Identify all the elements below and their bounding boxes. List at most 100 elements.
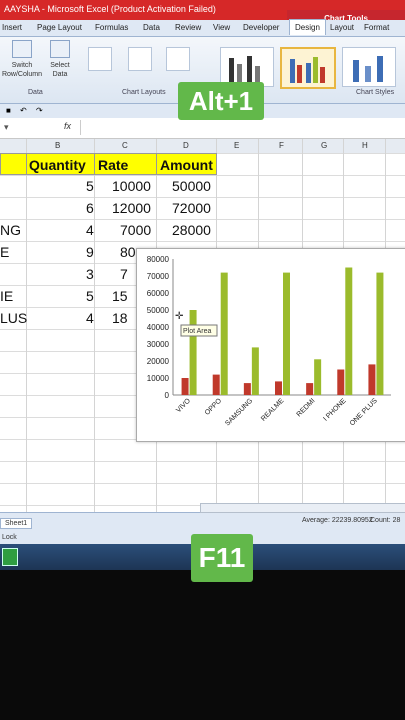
tab-design[interactable]: Design — [289, 19, 326, 35]
bar-vivo-series-1 — [181, 378, 189, 395]
tab-view[interactable]: View — [213, 23, 230, 32]
chart-layout-1[interactable] — [88, 47, 112, 71]
cell-a-7[interactable]: LUS — [0, 310, 27, 326]
gridline — [26, 139, 27, 515]
x-tick-label: REDMI — [296, 397, 317, 418]
tab-data[interactable]: Data — [143, 23, 160, 32]
chart-style-3[interactable] — [342, 47, 396, 87]
cell-qty-3[interactable]: 4 — [86, 222, 94, 238]
column-header-e[interactable]: E — [234, 141, 239, 150]
bar-redmi-series-1 — [306, 383, 314, 395]
x-tick-label: REALME — [260, 397, 286, 423]
cell-amt-2[interactable]: 72000 — [172, 200, 211, 216]
column-chart[interactable]: 0 10000 20000 30000 40000 50000 60000 70000 8000… — [137, 249, 405, 441]
bar-one-plus-series-2 — [376, 272, 384, 395]
cell-qty-5[interactable]: 3 — [86, 266, 94, 282]
status-count: Count: 28 — [370, 517, 401, 524]
function-icon[interactable]: fx — [64, 121, 71, 131]
chart-layout-3[interactable] — [166, 47, 190, 71]
tooltip-text: Plot Area — [183, 328, 212, 335]
tab-review[interactable]: Review — [175, 23, 201, 32]
excel-taskbar-icon[interactable] — [2, 548, 18, 566]
name-box-dropdown-icon[interactable]: ▾ — [4, 122, 9, 133]
y-tick-label: 10000 — [147, 374, 170, 383]
y-tick-label: 20000 — [147, 357, 170, 366]
group-chart-styles-label: Chart Styles — [356, 89, 395, 96]
header-amount[interactable]: Amount — [156, 153, 217, 175]
cell-rate-3[interactable]: 7000 — [120, 222, 151, 238]
undo-icon[interactable]: ↶ — [20, 106, 27, 115]
cell-rate-6[interactable]: 15 — [112, 288, 128, 304]
cell-qty-7[interactable]: 4 — [86, 310, 94, 326]
formula-input[interactable] — [80, 120, 401, 135]
move-cursor-icon: ✛ — [175, 311, 184, 322]
column-header-g[interactable]: G — [321, 141, 327, 150]
y-tick-label: 60000 — [147, 289, 170, 298]
shortcut-overlay-f11: F11 — [191, 534, 253, 582]
column-header-d[interactable]: D — [183, 141, 189, 150]
cell-rate-2[interactable]: 12000 — [112, 200, 151, 216]
chart-object[interactable]: 0 10000 20000 30000 40000 50000 60000 70000 8000… — [136, 248, 405, 442]
tab-format[interactable]: Format — [364, 23, 389, 32]
shortcut-overlay-alt1: Alt+1 — [178, 82, 264, 120]
cell-a-3[interactable]: NG — [0, 222, 21, 238]
chart-style-2-icon — [290, 57, 325, 83]
column-header-f[interactable]: F — [279, 141, 284, 150]
cell-a-6[interactable]: IE — [0, 288, 13, 304]
header-quantity[interactable]: Quantity — [26, 153, 95, 175]
chart-style-1-icon — [229, 56, 260, 82]
chart-style-2[interactable] — [280, 47, 336, 89]
cell-amt-3[interactable]: 28000 — [172, 222, 211, 238]
redo-icon[interactable]: ↷ — [36, 106, 43, 115]
chart-layout-2[interactable] — [128, 47, 152, 71]
bar-redmi-series-2 — [314, 359, 322, 395]
horizontal-scrollbar[interactable] — [200, 503, 405, 513]
cell-rate-5[interactable]: 7 — [120, 266, 128, 282]
cell-qty-1[interactable]: 5 — [86, 178, 94, 194]
tab-insert[interactable]: Insert — [2, 23, 22, 32]
y-tick-label: 0 — [165, 391, 170, 400]
cell-rate-7[interactable]: 18 — [112, 310, 128, 326]
cell-amt-1[interactable]: 50000 — [172, 178, 211, 194]
x-tick-label: I PHONE — [322, 397, 348, 423]
y-tick-label: 40000 — [147, 323, 170, 332]
bar-i-phone-series-2 — [345, 267, 353, 395]
switch-row-column-icon — [12, 40, 32, 58]
tab-developer[interactable]: Developer — [243, 23, 279, 32]
tab-formulas[interactable]: Formulas — [95, 23, 128, 32]
cell-qty-6[interactable]: 5 — [86, 288, 94, 304]
header-cell-a[interactable] — [0, 153, 27, 175]
header-rate[interactable]: Rate — [94, 153, 157, 175]
chart-style-1[interactable] — [220, 47, 274, 87]
bar-samsung-series-2 — [251, 347, 259, 395]
chart-style-3-icon — [353, 56, 383, 82]
x-tick-label: SAMSUNG — [224, 397, 254, 427]
column-header-c[interactable]: C — [122, 141, 128, 150]
select-data-button[interactable]: Select Data — [46, 40, 74, 79]
bar-oppo-series-1 — [212, 374, 220, 395]
cell-qty-2[interactable]: 6 — [86, 200, 94, 216]
y-tick-label: 50000 — [147, 306, 170, 315]
bar-vivo-series-2 — [189, 310, 197, 395]
x-tick-label: VIVO — [175, 397, 192, 414]
tab-page-layout[interactable]: Page Layout — [37, 23, 82, 32]
plot-area-tooltip: Plot Area — [180, 324, 218, 337]
save-icon[interactable]: ■ — [6, 106, 11, 115]
gridline — [94, 139, 95, 515]
cell-qty-4[interactable]: 9 — [86, 244, 94, 260]
ribbon-tabs: Insert Page Layout Formulas Data Review … — [0, 19, 405, 37]
select-data-icon — [50, 40, 70, 58]
status-mode: Lock — [2, 534, 17, 541]
x-tick-label: OPPO — [204, 397, 224, 417]
tab-layout[interactable]: Layout — [330, 23, 354, 32]
y-tick-label: 80000 — [147, 255, 170, 264]
switch-row-column-button[interactable]: Switch Row/Column — [0, 40, 44, 79]
cell-rate-4[interactable]: 80 — [120, 244, 136, 260]
column-headers: B C D E F G H — [0, 139, 405, 154]
x-tick-label: ONE PLUS — [349, 397, 379, 427]
cell-a-4[interactable]: E — [0, 244, 9, 260]
column-header-b[interactable]: B — [55, 141, 60, 150]
cell-rate-1[interactable]: 10000 — [112, 178, 151, 194]
sheet-tab-sheet1[interactable]: Sheet1 — [0, 518, 33, 529]
column-header-h[interactable]: H — [362, 141, 368, 150]
